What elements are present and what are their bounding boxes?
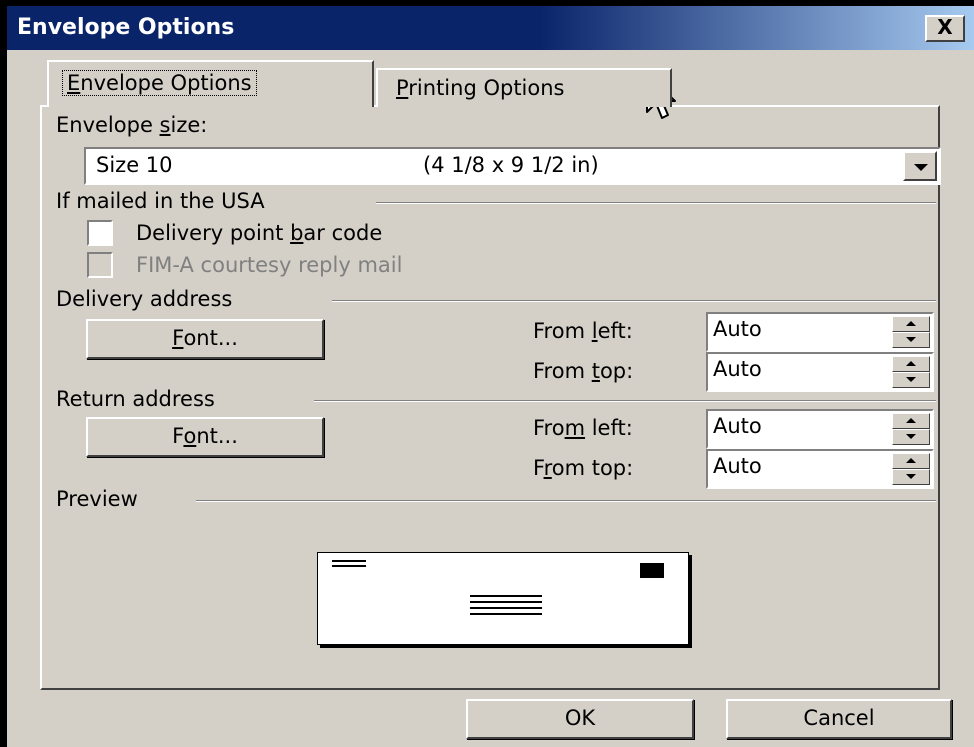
window-title: Envelope Options <box>17 15 235 40</box>
cancel-button[interactable]: Cancel <box>726 699 952 739</box>
access-key: o <box>183 424 197 448</box>
tab-envelope-options-label: Envelope Options <box>62 70 257 96</box>
access-key: r <box>543 456 552 480</box>
delivery-from-top-spinner[interactable]: Auto <box>706 352 934 392</box>
return-from-top-label: From top: <box>533 456 633 480</box>
return-address-title: Return address <box>56 387 215 411</box>
label-part: F <box>172 424 184 448</box>
envelope-preview <box>317 552 689 645</box>
delivery-from-left-label: From left: <box>533 319 633 343</box>
envelope-size-select[interactable]: Size 10 (4 1/8 x 9 1/2 in) <box>84 147 941 185</box>
label-part: Delivery point <box>136 221 291 245</box>
spin-up-icon[interactable] <box>892 356 930 372</box>
delivery-address-line <box>470 613 542 615</box>
fim-a-checkbox <box>87 252 113 278</box>
delivery-address-title: Delivery address <box>56 287 233 311</box>
return-from-top-value[interactable]: Auto <box>713 454 762 478</box>
return-from-left-spinner[interactable]: Auto <box>706 409 934 449</box>
ok-button[interactable]: OK <box>466 699 694 739</box>
label-part: From <box>533 359 592 383</box>
group-divider <box>314 400 936 402</box>
label-part: rinting Options <box>408 76 565 100</box>
spin-up-icon[interactable] <box>892 453 930 469</box>
delivery-font-button[interactable]: Font... <box>86 319 324 359</box>
access-key: P <box>396 76 409 100</box>
return-font-button[interactable]: Font... <box>86 417 324 457</box>
label-part: ar code <box>303 221 383 245</box>
label-part: left: <box>585 416 633 440</box>
envelope-size-value: Size 10 <box>96 153 173 177</box>
envelope-options-dialog: Envelope Options X Envelope Options Prin… <box>7 6 974 747</box>
chevron-down-icon[interactable] <box>903 151 937 181</box>
spin-up-icon[interactable] <box>892 413 930 429</box>
access-key: m <box>564 416 586 440</box>
spin-down-icon[interactable] <box>892 469 930 485</box>
preview-title: Preview <box>56 487 138 511</box>
label-part: From <box>533 319 592 343</box>
access-key: s <box>159 113 171 137</box>
tab-envelope-options[interactable]: Envelope Options <box>47 60 374 107</box>
access-key: b <box>290 221 304 245</box>
label-part: nt... <box>196 424 238 448</box>
return-from-top-spinner[interactable]: Auto <box>706 449 934 489</box>
spin-down-icon[interactable] <box>892 372 930 388</box>
access-key: F <box>172 326 184 350</box>
delivery-address-line <box>470 607 542 609</box>
access-key: E <box>67 71 81 95</box>
access-key: t <box>591 359 600 383</box>
close-icon: X <box>937 15 953 39</box>
tab-printing-options[interactable]: Printing Options <box>376 68 672 107</box>
label-part: nvelope Options <box>80 71 252 95</box>
return-address-line <box>332 560 366 562</box>
spin-down-icon[interactable] <box>892 429 930 445</box>
spin-up-icon[interactable] <box>892 316 930 332</box>
delivery-from-left-value[interactable]: Auto <box>713 317 762 341</box>
group-divider <box>332 300 936 302</box>
label-part: Envelope <box>56 113 160 137</box>
spin-down-icon[interactable] <box>892 332 930 348</box>
envelope-size-dimensions: (4 1/8 x 9 1/2 in) <box>423 153 599 177</box>
fim-a-label: FIM-A courtesy reply mail <box>136 253 403 277</box>
delivery-from-left-spinner[interactable]: Auto <box>706 312 934 352</box>
title-bar[interactable]: Envelope Options X <box>7 6 974 50</box>
return-address-line <box>332 565 366 567</box>
group-divider <box>196 500 936 502</box>
delivery-barcode-label[interactable]: Delivery point bar code <box>136 221 382 245</box>
stamp-icon <box>640 563 664 578</box>
delivery-address-line <box>470 595 542 597</box>
label-part: ize: <box>170 113 208 137</box>
label-part: Fro <box>533 416 565 440</box>
label-part: om top: <box>551 456 634 480</box>
label-part: eft: <box>597 319 633 343</box>
delivery-barcode-checkbox[interactable] <box>87 220 113 246</box>
return-from-left-label: From left: <box>533 416 633 440</box>
label-part: op: <box>599 359 634 383</box>
delivery-address-line <box>470 601 542 603</box>
close-button[interactable]: X <box>925 15 965 42</box>
delivery-from-top-value[interactable]: Auto <box>713 357 762 381</box>
return-from-left-value[interactable]: Auto <box>713 414 762 438</box>
label-part: ont... <box>183 326 238 350</box>
usa-group-title: If mailed in the USA <box>56 189 265 213</box>
delivery-from-top-label: From top: <box>533 359 633 383</box>
label-part: F <box>533 456 544 480</box>
group-divider <box>376 202 936 204</box>
envelope-size-label: Envelope size: <box>56 113 207 137</box>
tab-printing-options-label: Printing Options <box>396 76 564 100</box>
